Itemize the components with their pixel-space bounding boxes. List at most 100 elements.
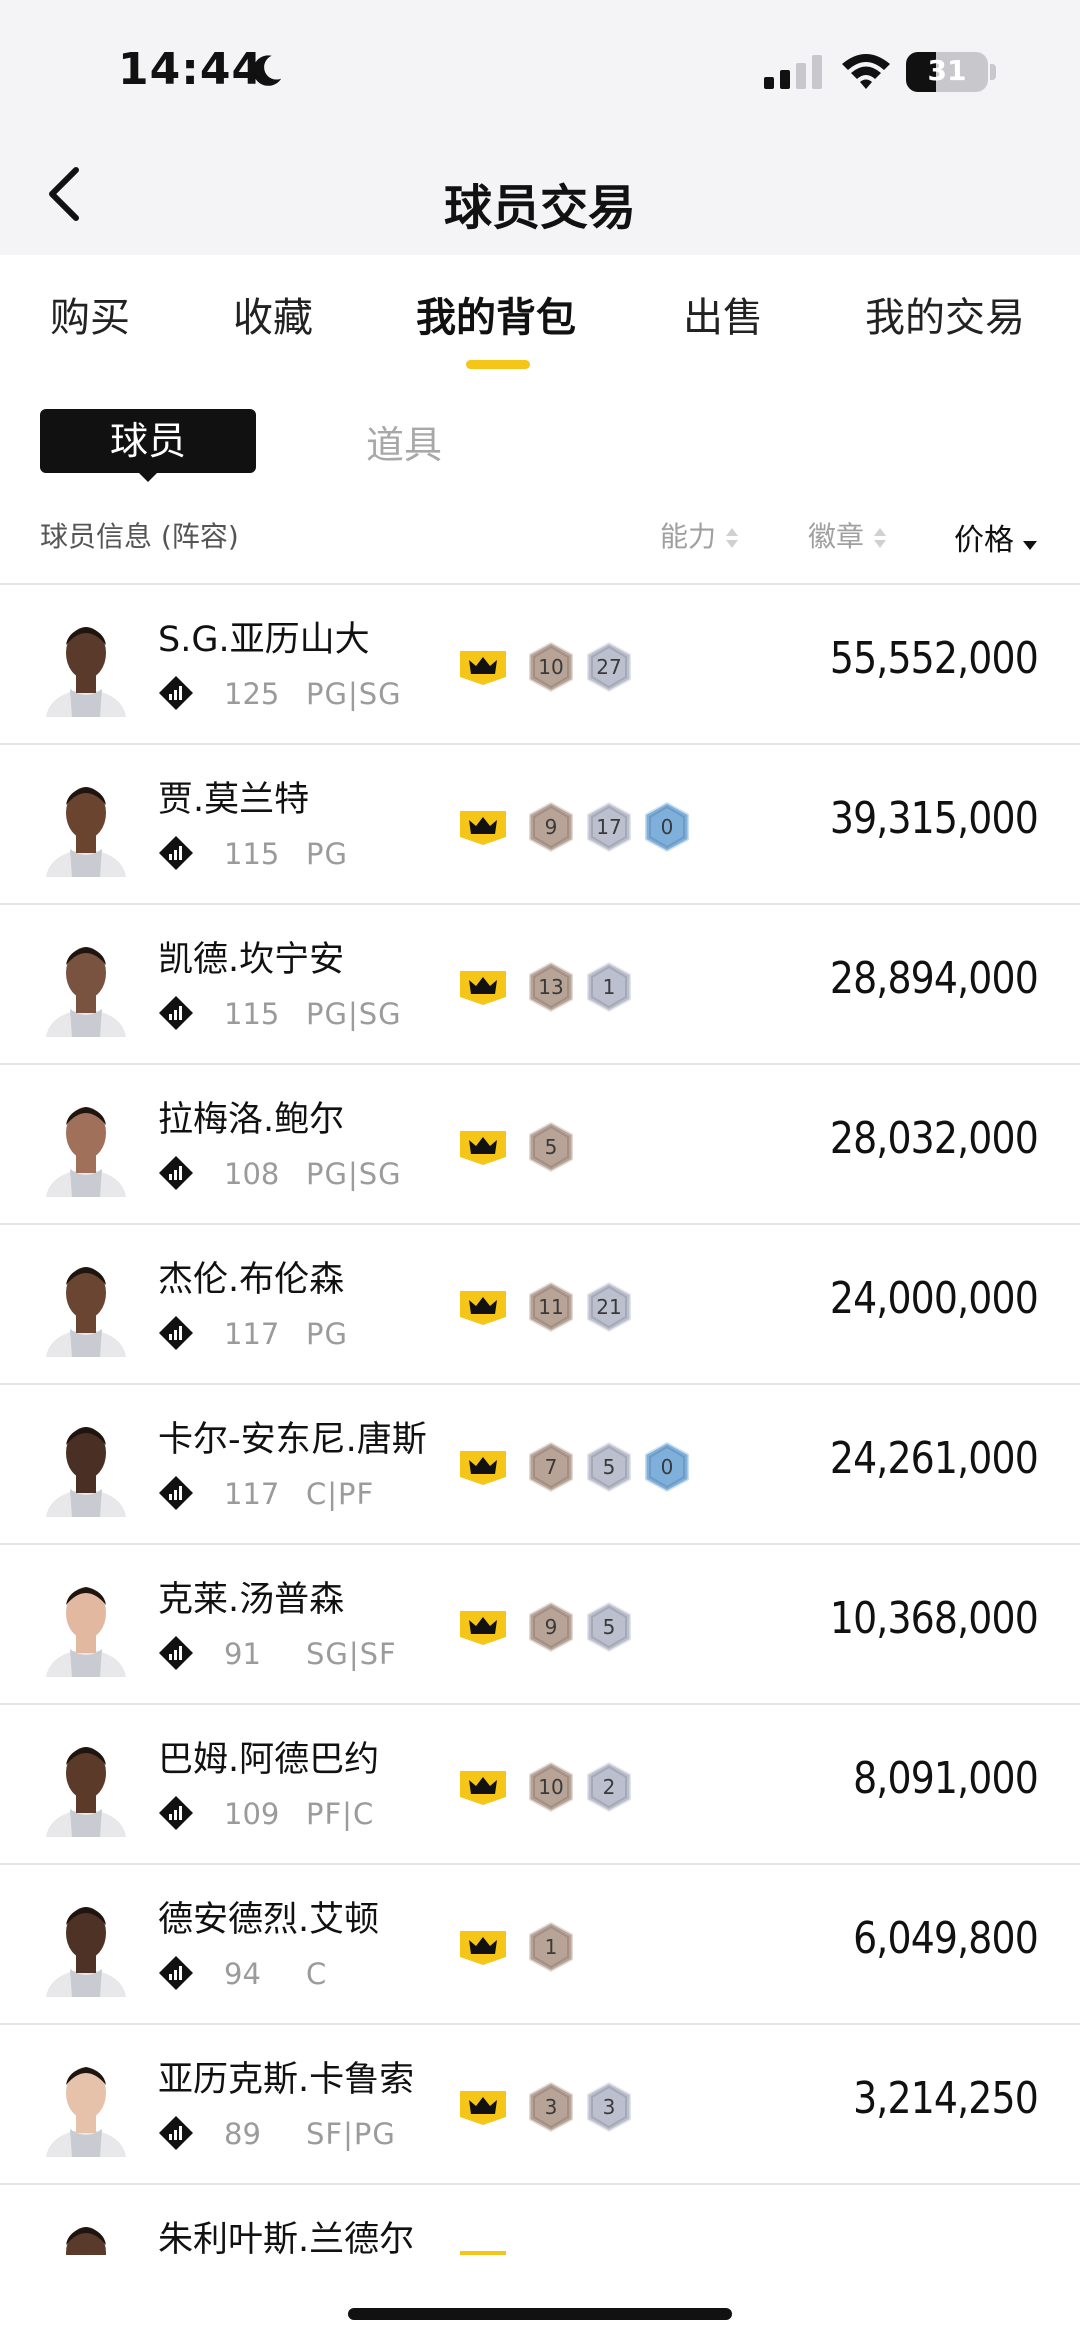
player-avatar <box>46 1427 126 1517</box>
subtab-players[interactable]: 球员 <box>40 409 256 473</box>
player-avatar <box>46 1107 126 1197</box>
badge-count: 5 <box>603 1455 616 1479</box>
badge-count: 27 <box>596 655 621 679</box>
player-row[interactable]: 凯德.坎宁安 115 PG|SG 13 1 28,894,000 <box>0 905 1080 1065</box>
subtab-pointer <box>136 470 160 482</box>
player-row[interactable]: 杰伦.布伦森 117 PG 11 21 24,000,000 <box>0 1225 1080 1385</box>
player-row[interactable]: 克莱.汤普森 91 SG|SF 9 5 10,368,000 <box>0 1545 1080 1705</box>
player-name: 巴姆.阿德巴约 <box>158 1740 380 1780</box>
wifi-icon <box>842 54 890 89</box>
rank-icon <box>159 1316 193 1350</box>
badge-hex-icon: 21 <box>585 1280 633 1334</box>
player-row[interactable]: 拉梅洛.鲍尔 108 PG|SG 5 28,032,000 <box>0 1065 1080 1225</box>
tab-sell[interactable]: 出售 <box>683 285 763 343</box>
player-name: 朱利叶斯.兰德尔 <box>158 2220 415 2255</box>
badge-hex-icon: 11 <box>527 1280 575 1334</box>
badge-hex-icon: 10 <box>527 640 575 694</box>
moon-icon <box>253 55 282 86</box>
player-avatar <box>46 2067 126 2157</box>
column-badge-sort[interactable]: 徽章 <box>808 515 888 555</box>
rank-icon <box>159 996 193 1030</box>
player-price: 55,552,000 <box>829 633 1039 684</box>
player-row[interactable]: 德安德烈.艾顿 94 C 1 6,049,800 <box>0 1865 1080 2025</box>
badge-count: 2 <box>603 1775 616 1799</box>
player-price: 24,261,000 <box>829 1433 1039 1484</box>
player-name: 克莱.汤普森 <box>158 1580 345 1620</box>
player-list: S.G.亚历山大 125 PG|SG 10 27 55,552,000 贾.莫兰特 115 PG… <box>0 585 1080 2255</box>
tab-my-trades[interactable]: 我的交易 <box>865 285 1025 343</box>
crown-icon <box>460 1771 506 1805</box>
badge-count: 1 <box>545 1935 558 1959</box>
badge-hex-icon: 3 <box>527 2080 575 2134</box>
player-position: PG|SG <box>306 997 402 1031</box>
player-rating: 117 <box>224 1477 280 1511</box>
rank-icon <box>159 836 193 870</box>
battery-level: 31 <box>927 54 967 87</box>
player-rating: 94 <box>224 1957 261 1991</box>
tab-my-backpack[interactable]: 我的背包 <box>416 285 576 343</box>
player-position: SG|SF <box>306 1637 397 1671</box>
player-price: 28,894,000 <box>829 953 1039 1004</box>
status-bar: 14:44 31 <box>0 0 1080 140</box>
badge-hex-icon: 0 <box>643 1440 691 1494</box>
player-row[interactable]: 朱利叶斯.兰德尔 <box>0 2185 1080 2255</box>
sort-icon <box>874 528 887 548</box>
rank-icon <box>159 1476 193 1510</box>
player-price: 6,049,800 <box>853 1913 1039 1964</box>
tab-buy[interactable]: 购买 <box>50 285 130 343</box>
badge-count: 3 <box>603 2095 616 2119</box>
player-position: PF|C <box>306 1797 375 1831</box>
badge-count: 7 <box>545 1455 558 1479</box>
crown-icon <box>460 1611 506 1645</box>
subtab-items[interactable]: 道具 <box>366 414 442 469</box>
column-player-info: 球员信息 (阵容) <box>40 520 239 553</box>
rank-icon <box>159 1636 193 1670</box>
tab-favorites[interactable]: 收藏 <box>233 285 313 343</box>
badge-count: 0 <box>661 815 674 839</box>
player-name: 杰伦.布伦森 <box>158 1260 345 1300</box>
badge-count: 11 <box>538 1295 563 1319</box>
badge-count: 1 <box>603 975 616 999</box>
home-indicator[interactable] <box>348 2308 732 2320</box>
badge-hex-icon: 13 <box>527 960 575 1014</box>
player-price: 10,368,000 <box>829 1593 1039 1644</box>
player-row[interactable]: 巴姆.阿德巴约 109 PF|C 10 2 8,091,000 <box>0 1705 1080 1865</box>
player-name: 拉梅洛.鲍尔 <box>158 1100 345 1140</box>
player-name: 亚历克斯.卡鲁索 <box>158 2060 415 2100</box>
player-position: PG <box>306 837 348 871</box>
player-rating: 109 <box>224 1797 280 1831</box>
player-row[interactable]: 卡尔-安东尼.唐斯 117 C|PF 7 5 0 24,261,000 <box>0 1385 1080 1545</box>
player-row[interactable]: S.G.亚历山大 125 PG|SG 10 27 55,552,000 <box>0 585 1080 745</box>
player-name: 卡尔-安东尼.唐斯 <box>158 1420 427 1460</box>
badge-hex-icon: 9 <box>527 800 575 854</box>
player-price: 24,000,000 <box>829 1273 1039 1324</box>
player-rating: 108 <box>224 1157 280 1191</box>
player-rating: 125 <box>224 677 280 711</box>
crown-icon <box>460 811 506 845</box>
column-ability-label: 能力 <box>660 520 717 553</box>
rank-icon <box>159 2116 193 2150</box>
badge-hex-icon: 2 <box>585 1760 633 1814</box>
active-tab-indicator <box>466 360 530 369</box>
rank-icon <box>159 1156 193 1190</box>
main-tabs: 购买 收藏 我的背包 出售 我的交易 <box>0 255 1080 375</box>
badge-count: 10 <box>538 655 563 679</box>
column-price-sort[interactable]: 价格 <box>954 515 1038 559</box>
column-ability-sort[interactable]: 能力 <box>660 515 740 555</box>
badge-hex-icon: 1 <box>585 960 633 1014</box>
nav-header: 球员交易 <box>0 140 1080 255</box>
badge-count: 10 <box>538 1775 563 1799</box>
player-name: 凯德.坎宁安 <box>158 940 345 980</box>
player-position: PG <box>306 1317 348 1351</box>
player-avatar <box>46 627 126 717</box>
crown-icon <box>460 1131 506 1165</box>
badge-hex-icon: 10 <box>527 1760 575 1814</box>
battery-tip <box>990 64 996 80</box>
player-row[interactable]: 亚历克斯.卡鲁索 89 SF|PG 3 3 3,214,250 <box>0 2025 1080 2185</box>
crown-icon <box>460 2091 506 2125</box>
badge-hex-icon: 0 <box>643 800 691 854</box>
badge-count: 5 <box>545 1135 558 1159</box>
player-avatar <box>46 1587 126 1677</box>
status-time: 14:44 <box>118 44 264 95</box>
player-row[interactable]: 贾.莫兰特 115 PG 9 17 0 39,315,000 <box>0 745 1080 905</box>
